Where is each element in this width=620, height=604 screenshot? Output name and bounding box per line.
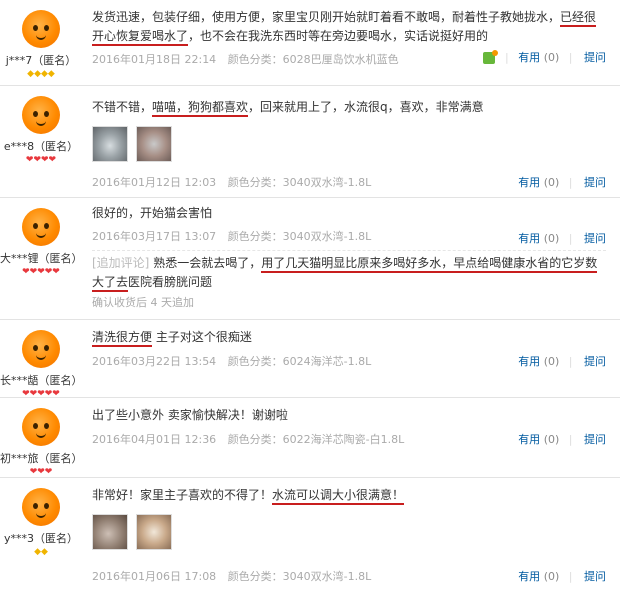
reviewer-name: y***3（匿名）	[3, 532, 78, 545]
avatar[interactable]	[22, 10, 60, 48]
review-actions: 有用 (0) | 提问	[518, 570, 606, 583]
review-sku: 颜色分类：3040双水湾-1.8L	[227, 570, 372, 583]
review-actions: 有用 (0) | 提问	[518, 433, 606, 446]
ask-button[interactable]: 提问	[584, 355, 606, 368]
review-date: 2016年01月06日 17:08	[92, 570, 217, 583]
review-text: 很好的，开始猫会害怕	[92, 206, 213, 220]
ask-button[interactable]: 提问	[584, 232, 606, 245]
review-sku: 颜色分类：3040双水湾-1.8L	[227, 230, 372, 243]
review-date: 2016年01月12日 12:03	[92, 176, 217, 189]
avatar[interactable]	[22, 208, 60, 246]
review-sku: 颜色分类：6024海洋芯-1.8L	[227, 355, 372, 368]
review-sku: 颜色分类：6022海洋芯陶瓷-白1.8L	[227, 433, 405, 446]
review-photo[interactable]	[136, 126, 172, 162]
appended-time: 确认收货后 4 天追加	[92, 296, 194, 309]
useful-count: (0)	[543, 570, 560, 583]
avatar[interactable]	[22, 408, 60, 446]
reviewer: e***8（匿名） ❤❤❤❤	[0, 96, 82, 165]
useful-count: (0)	[543, 176, 560, 189]
review-actions: 有用 (0) | 提问	[518, 232, 606, 245]
review-sku: 颜色分类：3040双水湾-1.8L	[227, 176, 372, 189]
ask-button[interactable]: 提问	[584, 433, 606, 446]
useful-count: (0)	[543, 232, 560, 245]
review-date: 2016年03月17日 13:07	[92, 230, 217, 243]
review-text: 发货迅速，包装仔细，使用方便，家里宝贝刚开始就盯着看不敢喝，耐着性子教她拢水，已…	[92, 8, 602, 46]
review-item: j***7（匿名） ◆◆◆◆ 发货迅速，包装仔细，使用方便，家里宝贝刚开始就盯着…	[0, 0, 620, 86]
review-item: 长***龉（匿名） ❤❤❤❤❤ 清洗很方便 主子对这个很痴迷 2016年03月2…	[0, 320, 620, 399]
useful-button[interactable]: 有用	[518, 570, 540, 583]
appended-tag: [追加评论]	[92, 256, 150, 270]
review-meta: 2016年01月12日 12:03 颜色分类：3040双水湾-1.8L	[92, 174, 379, 190]
reviewer-level-badge: ❤❤❤	[29, 467, 53, 477]
reviewer: 大***锂（匿名） ❤❤❤❤❤	[0, 208, 83, 277]
reviewer-level-badge: ◆◆	[34, 547, 48, 557]
ask-button[interactable]: 提问	[584, 570, 606, 583]
review-photo[interactable]	[92, 126, 128, 162]
useful-count: (0)	[543, 433, 560, 446]
review-highlight: 水流可以调大小很满意！	[272, 488, 405, 505]
reviewer-name: 初***旅（匿名）	[0, 452, 83, 465]
review-date: 2016年04月01日 12:36	[92, 433, 217, 446]
reviewer-name: 大***锂（匿名）	[0, 252, 83, 265]
review-photo[interactable]	[136, 514, 172, 550]
review-item: y***3（匿名） ◆◆ 非常好！家里主子喜欢的不得了！水流可以调大小很满意！ …	[0, 478, 620, 604]
review-item: 大***锂（匿名） ❤❤❤❤❤ 很好的，开始猫会害怕 2016年03月17日 1…	[0, 198, 620, 320]
reviewer: j***7（匿名） ◆◆◆◆	[0, 10, 82, 79]
useful-count: (0)	[543, 51, 560, 64]
review-date: 2016年03月22日 13:54	[92, 355, 217, 368]
review-actions: 有用 (0) | 提问	[518, 176, 606, 189]
avatar[interactable]	[22, 488, 60, 526]
review-actions: | 有用 (0) | 提问	[483, 49, 606, 65]
useful-button[interactable]: 有用	[518, 232, 540, 245]
review-highlight: 清洗很方便	[92, 330, 153, 347]
reviewer: 初***旅（匿名） ❤❤❤	[0, 408, 83, 477]
useful-button[interactable]: 有用	[518, 176, 540, 189]
review-highlight: 喵喵，狗狗都喜欢	[152, 100, 249, 117]
useful-button[interactable]: 有用	[518, 433, 540, 446]
review-meta: 2016年01月06日 17:08 颜色分类：3040双水湾-1.8L	[92, 568, 379, 584]
useful-button[interactable]: 有用	[518, 51, 540, 64]
review-text: 清洗很方便 主子对这个很痴迷	[92, 328, 602, 347]
reviewer-name: 长***龉（匿名）	[0, 374, 83, 387]
review-photo[interactable]	[92, 514, 128, 550]
avatar[interactable]	[22, 96, 60, 134]
reviewer-level-badge: ❤❤❤❤❤	[22, 267, 60, 277]
review-actions: 有用 (0) | 提问	[518, 355, 606, 368]
useful-count: (0)	[543, 355, 560, 368]
appended-review-text: [追加评论] 熟悉一会就去喝了，用了几天猫明显比原来多喝好多水，早点给喝健康水省…	[92, 254, 602, 292]
review-item: e***8（匿名） ❤❤❤❤ 不错不错，喵喵，狗狗都喜欢，回来就用上了，水流很q…	[0, 86, 620, 198]
reviewer: y***3（匿名） ◆◆	[0, 488, 82, 557]
review-text: 非常好！家里主子喜欢的不得了！水流可以调大小很满意！	[92, 486, 602, 505]
reviewer-name: j***7（匿名）	[5, 54, 77, 67]
avatar[interactable]	[22, 330, 60, 368]
ask-button[interactable]: 提问	[584, 51, 606, 64]
share-icon[interactable]	[483, 50, 499, 64]
review-item: 初***旅（匿名） ❤❤❤ 出了些小意外 卖家愉快解决！谢谢啦 2016年04月…	[0, 398, 620, 478]
review-sku: 颜色分类：6028巴厘岛饮水机蓝色	[227, 53, 399, 66]
review-date: 2016年01月18日 22:14	[92, 53, 217, 66]
reviewer-level-badge: ◆◆◆◆	[27, 69, 55, 79]
review-text: 出了些小意外 卖家愉快解决！谢谢啦	[92, 408, 288, 422]
useful-button[interactable]: 有用	[518, 355, 540, 368]
review-text: 不错不错，喵喵，狗狗都喜欢，回来就用上了，水流很q，喜欢，非常满意	[92, 98, 602, 117]
reviewer: 长***龉（匿名） ❤❤❤❤❤	[0, 330, 83, 399]
reviewer-name: e***8（匿名）	[3, 140, 79, 153]
reviewer-level-badge: ❤❤❤❤	[25, 155, 57, 165]
ask-button[interactable]: 提问	[584, 176, 606, 189]
